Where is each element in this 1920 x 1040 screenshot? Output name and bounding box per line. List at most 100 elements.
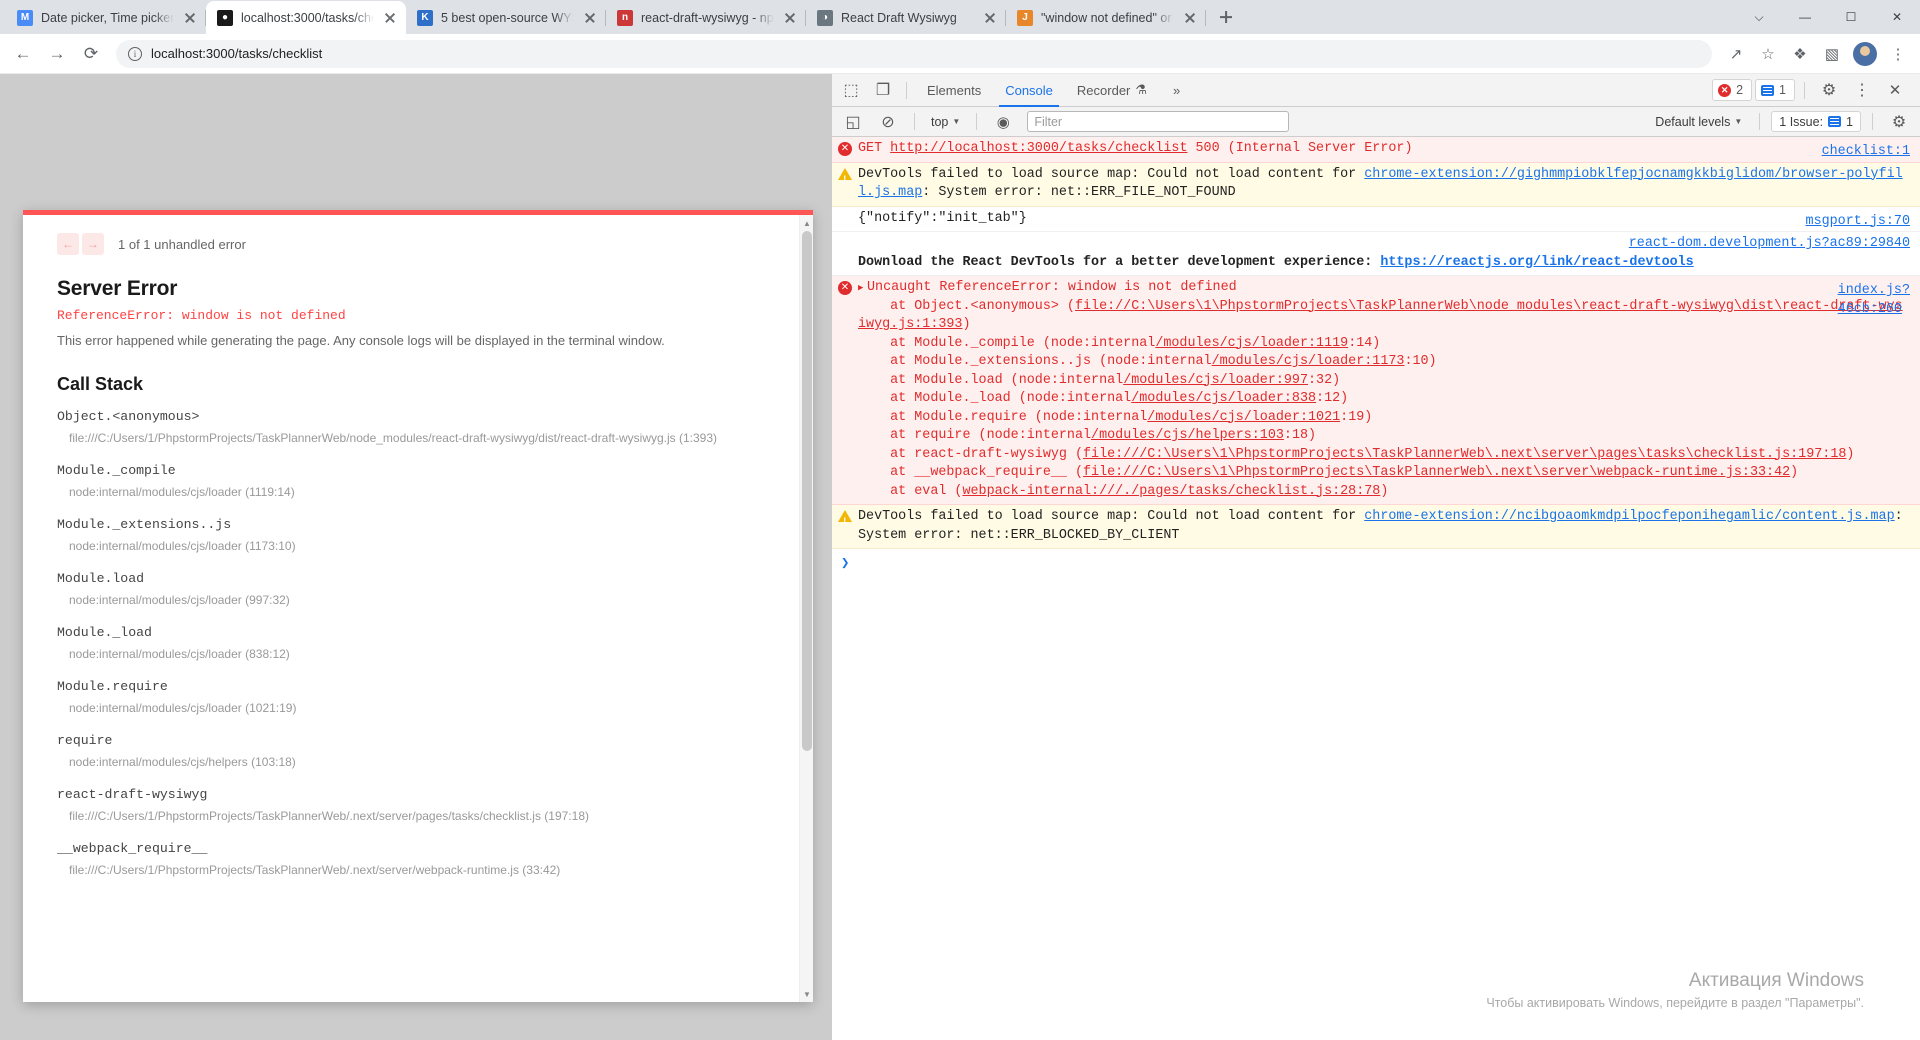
tab-close-icon[interactable] bbox=[582, 10, 598, 26]
address-bar[interactable]: i localhost:3000/tasks/checklist bbox=[116, 39, 1712, 68]
devtools-menu-icon[interactable]: ⋮ bbox=[1847, 77, 1877, 103]
message-source-link[interactable]: checklist:1 bbox=[1822, 143, 1910, 162]
stack-link[interactable]: /modules/cjs/loader:1173 bbox=[1212, 354, 1405, 369]
devtools-tab-bar-right: ✕ 2 1 ⚙ ⋮ ✕ bbox=[1712, 77, 1916, 103]
console-settings-icon[interactable]: ⚙ bbox=[1884, 109, 1914, 135]
stack-suffix: :14) bbox=[1348, 335, 1381, 351]
call-stack-frame[interactable]: react-draft-wysiwyg file:///C:/Users/1/Ph… bbox=[57, 787, 769, 823]
devtools-tab[interactable]: Recorder ⚗ bbox=[1065, 74, 1159, 107]
browser-tab[interactable]: ◑ React Draft Wysiwyg bbox=[806, 1, 1006, 34]
tab-close-icon[interactable] bbox=[382, 10, 398, 26]
browser-menu-icon[interactable]: ⋮ bbox=[1884, 40, 1912, 68]
call-stack-frame[interactable]: __webpack_require__ file:///C:/Users/1/Ph… bbox=[57, 841, 769, 877]
browser-tab[interactable]: M Date picker, Time picker React co bbox=[6, 1, 206, 34]
frame-name: Module._load bbox=[57, 625, 152, 640]
error-count-label: 1 of 1 unhandled error bbox=[118, 236, 246, 252]
devtools-close-icon[interactable]: ✕ bbox=[1880, 77, 1910, 103]
back-icon[interactable]: ← bbox=[8, 39, 38, 69]
issues-button[interactable]: 1 Issue: 1 bbox=[1771, 111, 1861, 132]
stack-line: at Module.require (node:internal/modules… bbox=[858, 409, 1910, 428]
scroll-thumb[interactable] bbox=[802, 231, 812, 751]
prev-error-button[interactable]: ← bbox=[57, 233, 79, 255]
call-stack-frame[interactable]: Module.require node:internal/modules/cjs/… bbox=[57, 679, 769, 715]
frame-location: node:internal/modules/cjs/loader (1119:1… bbox=[69, 485, 295, 499]
call-stack-frame[interactable]: Object.<anonymous> file:///C:/Users/1/Php… bbox=[57, 409, 769, 445]
stack-link[interactable]: file:///C:\Users\1\PhpstormProjects\Task… bbox=[1083, 465, 1790, 480]
javascript-context-selector[interactable]: top ▼ bbox=[926, 115, 965, 129]
browser-window: M Date picker, Time picker React co ● local… bbox=[0, 0, 1920, 1040]
divider bbox=[1872, 113, 1873, 130]
scroll-down-arrow[interactable]: ▼ bbox=[800, 987, 813, 1001]
call-stack-frame[interactable]: require node:internal/modules/cjs/helpers… bbox=[57, 733, 769, 769]
message-count-badge[interactable]: 1 bbox=[1755, 79, 1795, 101]
side-panel-icon[interactable]: ▧ bbox=[1818, 40, 1846, 68]
console-message[interactable]: ✕ ▶ Uncaught ReferenceError: window is not… bbox=[832, 276, 1920, 505]
message-body: DevTools failed to load source map: Coul… bbox=[858, 166, 1920, 203]
stack-line: at Module._compile (node:internal/module… bbox=[858, 335, 1910, 354]
frame-location: node:internal/modules/cjs/loader (838:12… bbox=[69, 647, 290, 661]
stack-link[interactable]: /modules/cjs/loader:1021 bbox=[1147, 410, 1340, 425]
console-message[interactable]: DevTools failed to load source map: Coul… bbox=[832, 505, 1920, 549]
console-sidebar-icon[interactable]: ◱ bbox=[838, 109, 868, 135]
next-error-button[interactable]: → bbox=[82, 233, 104, 255]
tab-search-button[interactable]: ⌵ bbox=[1736, 0, 1782, 34]
minimize-button[interactable]: — bbox=[1782, 0, 1828, 34]
stack-link[interactable]: /modules/cjs/loader:997 bbox=[1123, 373, 1308, 388]
browser-tab[interactable]: J "window not defined" or "docum bbox=[1006, 1, 1206, 34]
console-filter-input[interactable]: Filter bbox=[1027, 111, 1290, 132]
stack-link[interactable]: /modules/cjs/loader:1119 bbox=[1155, 336, 1348, 351]
stack-link[interactable]: webpack-internal:///./pages/tasks/checkl… bbox=[962, 484, 1380, 499]
inspect-element-icon[interactable]: ⬚ bbox=[836, 77, 866, 103]
stack-link[interactable]: /modules/cjs/loader:838 bbox=[1131, 391, 1316, 406]
tab-close-icon[interactable] bbox=[182, 10, 198, 26]
devtools-tab[interactable]: Elements bbox=[915, 74, 993, 107]
call-stack-frame[interactable]: Module.load node:internal/modules/cjs/loa… bbox=[57, 571, 769, 607]
reload-icon[interactable]: ⟳ bbox=[76, 39, 106, 69]
device-toolbar-icon[interactable]: ❐ bbox=[868, 77, 898, 103]
stack-suffix: :12) bbox=[1316, 391, 1349, 406]
share-icon[interactable]: ↗ bbox=[1722, 40, 1750, 68]
maximize-button[interactable]: ☐ bbox=[1828, 0, 1874, 34]
browser-tab[interactable]: ● localhost:3000/tasks/checklist bbox=[206, 1, 406, 34]
log-level-selector[interactable]: Default levels ▼ bbox=[1649, 115, 1748, 129]
tab-title: "window not defined" or "docum bbox=[1041, 10, 1174, 25]
profile-avatar[interactable] bbox=[1853, 41, 1877, 66]
clear-console-icon[interactable]: ⊘ bbox=[873, 109, 903, 135]
bookmark-star-icon[interactable]: ☆ bbox=[1754, 40, 1782, 68]
console-message[interactable]: ✕ GET http://localhost:3000/tasks/checkli… bbox=[832, 137, 1920, 163]
console-message[interactable]: {"notify":"init_tab"} msgport.js:70 bbox=[832, 206, 1920, 232]
message-badge-count: 1 bbox=[1779, 83, 1786, 97]
error-message: ReferenceError: window is not defined bbox=[57, 308, 346, 323]
stack-link[interactable]: file:///C:\Users\1\PhpstormProjects\Task… bbox=[1083, 447, 1846, 462]
new-tab-button[interactable] bbox=[1212, 3, 1240, 31]
close-window-button[interactable]: ✕ bbox=[1874, 0, 1920, 34]
message-source-link[interactable]: react-dom.development.js?ac89:29840 bbox=[1629, 236, 1910, 251]
call-stack-frame[interactable]: Module._extensions..js node:internal/modu… bbox=[57, 517, 769, 553]
forward-icon[interactable]: → bbox=[42, 39, 72, 69]
tab-close-icon[interactable] bbox=[782, 10, 798, 26]
console-prompt[interactable]: ❯ bbox=[832, 549, 1920, 578]
live-expression-eye-icon[interactable]: ◉ bbox=[988, 109, 1018, 135]
more-panels-button[interactable]: » bbox=[1161, 74, 1192, 107]
tab-close-icon[interactable] bbox=[982, 10, 998, 26]
site-info-icon[interactable]: i bbox=[128, 46, 142, 61]
stack-link[interactable]: /modules/cjs/helpers:103 bbox=[1091, 428, 1284, 443]
devtools-tab[interactable]: Console bbox=[993, 74, 1065, 107]
call-stack-frame[interactable]: Module._compile node:internal/modules/cjs… bbox=[57, 463, 769, 499]
scroll-up-arrow[interactable]: ▲ bbox=[800, 216, 813, 230]
message-source-link[interactable]: index.js?46cb:260 bbox=[1838, 282, 1910, 319]
console-message[interactable]: DevTools failed to load source map: Coul… bbox=[832, 162, 1920, 207]
browser-tab[interactable]: n react-draft-wysiwyg - npm bbox=[606, 1, 806, 34]
console-output[interactable]: ✕ GET http://localhost:3000/tasks/checkli… bbox=[832, 137, 1920, 1040]
tab-close-icon[interactable] bbox=[1182, 10, 1198, 26]
message-source-link[interactable]: msgport.js:70 bbox=[1806, 213, 1910, 232]
console-message[interactable]: react-dom.development.js?ac89:29840 Downl… bbox=[832, 232, 1920, 276]
browser-tab[interactable]: K 5 best open-source WYSIWYG ed bbox=[406, 1, 606, 34]
devtools-settings-icon[interactable]: ⚙ bbox=[1814, 77, 1844, 103]
error-count-badge[interactable]: ✕ 2 bbox=[1712, 79, 1753, 101]
divider bbox=[906, 81, 907, 99]
expand-triangle-icon[interactable]: ▶ bbox=[858, 279, 867, 298]
extensions-icon[interactable]: ❖ bbox=[1786, 40, 1814, 68]
call-stack-frame[interactable]: Module._load node:internal/modules/cjs/lo… bbox=[57, 625, 769, 661]
overlay-scrollbar[interactable]: ▲ ▼ bbox=[799, 215, 813, 1002]
